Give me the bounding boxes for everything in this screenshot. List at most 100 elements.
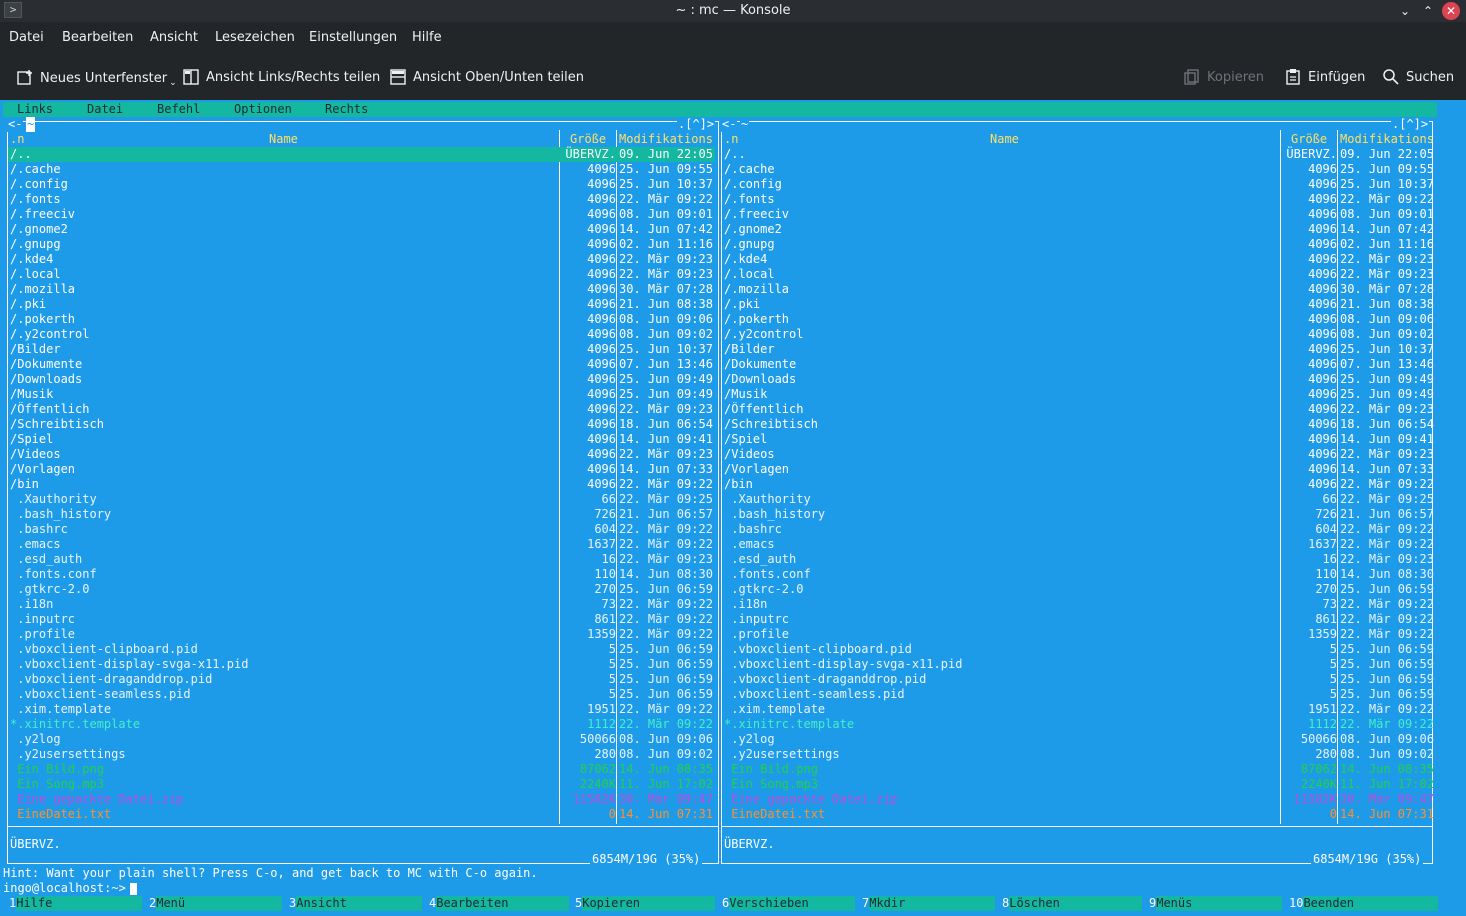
menu-lesezeichen[interactable]: Lesezeichen: [215, 30, 295, 45]
file-row[interactable]: .profile 1359 22. Mär 09:22: [722, 627, 1434, 642]
file-row[interactable]: .Xauthority 66 22. Mär 09:25: [8, 492, 715, 507]
file-row[interactable]: .vboxclient-draganddrop.pid 5 25. Jun 06:5…: [8, 672, 715, 687]
file-row[interactable]: /.cache 4096 25. Jun 09:55: [722, 162, 1434, 177]
file-row[interactable]: /.local 4096 22. Mär 09:23: [8, 267, 715, 282]
file-row[interactable]: .vboxclient-seamless.pid 5 25. Jun 06:59: [8, 687, 715, 702]
file-row[interactable]: .y2log 50066 08. Jun 09:06: [722, 732, 1434, 747]
file-row[interactable]: /Bilder 4096 25. Jun 10:37: [8, 342, 715, 357]
panel-nav-buttons[interactable]: .[^]>: [1391, 117, 1430, 132]
file-row[interactable]: /Spiel 4096 14. Jun 09:41: [8, 432, 715, 447]
file-row[interactable]: /.. ÜBERVZ. 09. Jun 22:05: [8, 147, 715, 162]
sort-indicator[interactable]: .n: [10, 132, 24, 147]
file-row[interactable]: .y2usersettings 280 08. Jun 09:02: [722, 747, 1434, 762]
menu-hilfe[interactable]: Hilfe: [412, 30, 442, 45]
file-row[interactable]: /bin 4096 22. Mär 09:22: [8, 477, 715, 492]
file-row[interactable]: .esd_auth 16 22. Mär 09:23: [722, 552, 1434, 567]
window-titlebar[interactable]: > ~ : mc — Konsole ⌄ ⌃ ✕: [0, 0, 1466, 22]
file-row[interactable]: .inputrc 861 22. Mär 09:22: [8, 612, 715, 627]
file-row[interactable]: /.pokerth 4096 08. Jun 09:06: [722, 312, 1434, 327]
fkey-hilfe[interactable]: 1Hilfe: [9, 896, 143, 911]
file-row[interactable]: Ein Song.mp3 2240K 11. Jun 17:02: [722, 777, 1434, 792]
fkey-menüs[interactable]: 9Menüs: [1149, 896, 1283, 911]
file-row[interactable]: /Schreibtisch 4096 18. Jun 06:54: [722, 417, 1434, 432]
fkey-verschieben[interactable]: 6Verschieben: [722, 896, 856, 911]
file-row[interactable]: Eine gepackte Datei.zip 11582K 30. Mär 09:…: [722, 792, 1434, 807]
file-row[interactable]: /Videos 4096 22. Mär 09:23: [8, 447, 715, 462]
file-row[interactable]: /Dokumente 4096 07. Jun 13:46: [8, 357, 715, 372]
right-file-panel[interactable]: <- ~ .[^]> .n Name Größe Modifikations /…: [719, 117, 1434, 867]
file-row[interactable]: Ein Bild.png 87062 14. Jun 08:35: [8, 762, 715, 777]
left-file-panel[interactable]: <- ~ .[^]> .n Name Größe Modifikations /…: [5, 117, 719, 867]
file-row[interactable]: .bashrc 604 22. Mär 09:22: [722, 522, 1434, 537]
column-header-name[interactable]: Name: [990, 132, 1019, 147]
fkey-bearbeiten[interactable]: 4Bearbeiten: [429, 896, 570, 911]
menu-ansicht[interactable]: Ansicht: [150, 30, 198, 45]
column-header-date[interactable]: Modifikations: [1340, 132, 1434, 147]
fkey-kopieren[interactable]: 5Kopieren: [575, 896, 716, 911]
fkey-löschen[interactable]: 8Löschen: [1002, 896, 1143, 911]
close-icon[interactable]: ✕: [1442, 2, 1460, 20]
file-row[interactable]: .Xauthority 66 22. Mär 09:25: [722, 492, 1434, 507]
file-row[interactable]: .vboxclient-clipboard.pid 5 25. Jun 06:59: [722, 642, 1434, 657]
file-row[interactable]: .y2log 50066 08. Jun 09:06: [8, 732, 715, 747]
file-row[interactable]: /Vorlagen 4096 14. Jun 07:33: [722, 462, 1434, 477]
search-button[interactable]: Suchen: [1382, 68, 1454, 86]
file-row[interactable]: .vboxclient-clipboard.pid 5 25. Jun 06:59: [8, 642, 715, 657]
file-row[interactable]: .bash_history 726 21. Jun 06:57: [8, 507, 715, 522]
file-row[interactable]: /Musik 4096 25. Jun 09:49: [722, 387, 1434, 402]
file-row[interactable]: .emacs 1637 22. Mär 09:22: [8, 537, 715, 552]
file-row[interactable]: /.freeciv 4096 08. Jun 09:01: [8, 207, 715, 222]
file-row[interactable]: /Spiel 4096 14. Jun 09:41: [722, 432, 1434, 447]
file-row[interactable]: .emacs 1637 22. Mär 09:22: [722, 537, 1434, 552]
file-row[interactable]: .i18n 73 22. Mär 09:22: [722, 597, 1434, 612]
menu-bearbeiten[interactable]: Bearbeiten: [62, 30, 133, 45]
file-row[interactable]: /.y2control 4096 08. Jun 09:02: [8, 327, 715, 342]
panel-path[interactable]: ~: [740, 117, 750, 132]
file-row[interactable]: /.gnome2 4096 14. Jun 07:42: [8, 222, 715, 237]
menu-einstellungen[interactable]: Einstellungen: [309, 30, 397, 45]
mc-menu-datei[interactable]: Datei: [87, 102, 123, 117]
file-row[interactable]: /Bilder 4096 25. Jun 10:37: [722, 342, 1434, 357]
file-row[interactable]: /.kde4 4096 22. Mär 09:23: [722, 252, 1434, 267]
file-row[interactable]: Ein Bild.png 87062 14. Jun 08:35: [722, 762, 1434, 777]
fkey-beenden[interactable]: 10Beenden: [1289, 896, 1439, 911]
file-row[interactable]: .y2usersettings 280 08. Jun 09:02: [8, 747, 715, 762]
menu-datei[interactable]: Datei: [9, 30, 44, 45]
file-row[interactable]: /.pki 4096 21. Jun 08:38: [8, 297, 715, 312]
file-row[interactable]: /.kde4 4096 22. Mär 09:23: [8, 252, 715, 267]
file-row[interactable]: .profile 1359 22. Mär 09:22: [8, 627, 715, 642]
file-row[interactable]: /Videos 4096 22. Mär 09:23: [722, 447, 1434, 462]
file-row[interactable]: /.gnupg 4096 02. Jun 11:16: [722, 237, 1434, 252]
chevron-down-icon[interactable]: ⌄: [169, 78, 177, 88]
file-row[interactable]: *.xinitrc.template 1112 22. Mär 09:22: [8, 717, 715, 732]
file-row[interactable]: /Schreibtisch 4096 18. Jun 06:54: [8, 417, 715, 432]
file-row[interactable]: /.pki 4096 21. Jun 08:38: [722, 297, 1434, 312]
file-row[interactable]: /.gnome2 4096 14. Jun 07:42: [722, 222, 1434, 237]
file-row[interactable]: .fonts.conf 110 14. Jun 08:30: [8, 567, 715, 582]
file-row[interactable]: EineDatei.txt 0 14. Jun 07:31: [722, 807, 1434, 822]
shell-prompt[interactable]: ingo@localhost:~>: [3, 881, 137, 896]
file-row[interactable]: .fonts.conf 110 14. Jun 08:30: [722, 567, 1434, 582]
sort-indicator[interactable]: .n: [724, 132, 738, 147]
file-row[interactable]: .gtkrc-2.0 270 25. Jun 06:59: [722, 582, 1434, 597]
column-header-size[interactable]: Größe: [1291, 132, 1327, 147]
panel-path[interactable]: ~: [26, 117, 36, 132]
file-row[interactable]: *.xinitrc.template 1112 22. Mär 09:22: [722, 717, 1434, 732]
fkey-menü[interactable]: 2Menü: [149, 896, 283, 911]
maximize-icon[interactable]: ⌃: [1419, 2, 1437, 20]
file-row[interactable]: /.local 4096 22. Mär 09:23: [722, 267, 1434, 282]
paste-button[interactable]: Einfügen: [1284, 68, 1365, 86]
file-row[interactable]: /.. ÜBERVZ. 09. Jun 22:05: [722, 147, 1434, 162]
file-row[interactable]: .gtkrc-2.0 270 25. Jun 06:59: [8, 582, 715, 597]
file-row[interactable]: /bin 4096 22. Mär 09:22: [722, 477, 1434, 492]
new-tab-button[interactable]: Neues Unterfenster ⌄: [16, 68, 177, 88]
file-row[interactable]: .bash_history 726 21. Jun 06:57: [722, 507, 1434, 522]
column-header-size[interactable]: Größe: [570, 132, 606, 147]
file-row[interactable]: /.fonts 4096 22. Mär 09:22: [722, 192, 1434, 207]
file-row[interactable]: /.config 4096 25. Jun 10:37: [8, 177, 715, 192]
split-left-right-button[interactable]: Ansicht Links/Rechts teilen: [182, 68, 380, 86]
file-row[interactable]: /.fonts 4096 22. Mär 09:22: [8, 192, 715, 207]
mc-menu-befehl[interactable]: Befehl: [157, 102, 200, 117]
fkey-ansicht[interactable]: 3Ansicht: [289, 896, 423, 911]
file-row[interactable]: /Öffentlich 4096 22. Mär 09:23: [722, 402, 1434, 417]
